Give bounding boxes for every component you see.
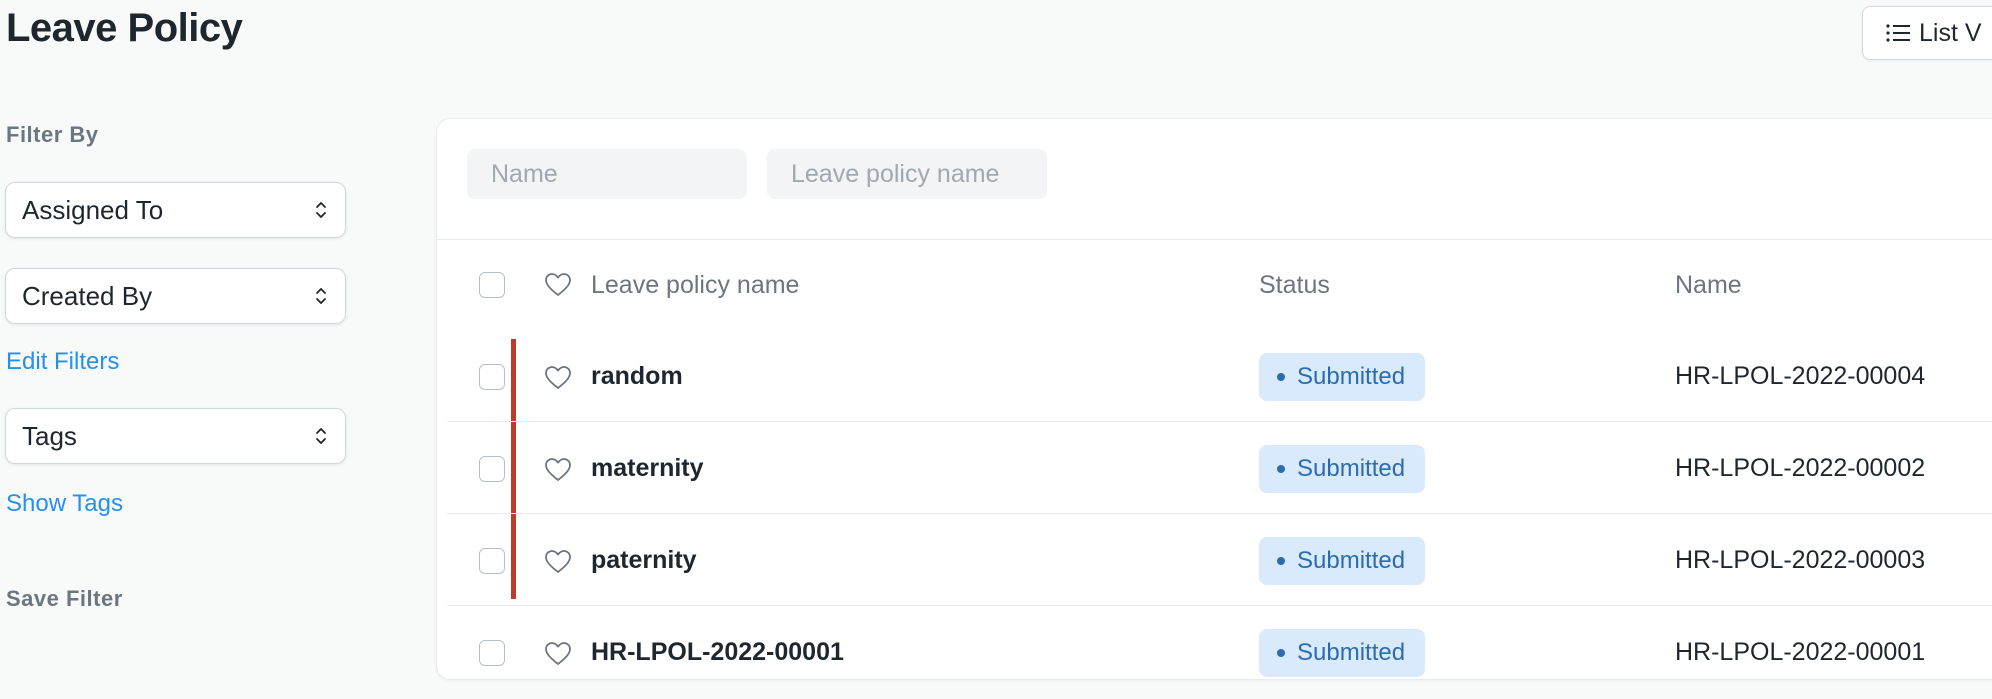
row-divider (447, 605, 1992, 606)
column-header-name[interactable]: Name (1675, 271, 1742, 300)
status-badge: Submitted (1259, 537, 1426, 585)
status-badge-label: Submitted (1297, 547, 1406, 574)
chevron-up-down-icon (316, 202, 326, 218)
row-leave-policy-name[interactable]: paternity (591, 546, 697, 575)
heart-icon[interactable] (544, 365, 572, 391)
row-id: HR-LPOL-2022-00001 (1675, 638, 1926, 666)
table-row[interactable]: maternity Submitted HR-LPOL-2022-00002 (447, 423, 1992, 515)
list-icon (1886, 24, 1910, 42)
status-dot-icon (1277, 373, 1285, 381)
row-id: HR-LPOL-2022-00004 (1675, 362, 1926, 390)
assigned-to-select[interactable]: Assigned To (5, 182, 346, 238)
page-title: Leave Policy (6, 6, 243, 50)
row-id: HR-LPOL-2022-00003 (1675, 546, 1926, 574)
status-badge-label: Submitted (1297, 363, 1406, 390)
view-button-label: List V (1919, 18, 1982, 47)
status-badge-label: Submitted (1297, 639, 1406, 666)
status-badge-label: Submitted (1297, 455, 1406, 482)
status-badge: Submitted (1259, 353, 1426, 401)
table-header: Leave policy name Status Name (447, 239, 1992, 331)
edit-filters-link[interactable]: Edit Filters (6, 348, 119, 376)
column-header-status[interactable]: Status (1259, 271, 1330, 300)
status-dot-icon (1277, 557, 1285, 565)
table-row[interactable]: paternity Submitted HR-LPOL-2022-00003 (447, 515, 1992, 607)
list-view-button[interactable]: List V (1862, 6, 1992, 60)
created-by-label: Created By (22, 280, 153, 311)
save-filter-label[interactable]: Save Filter (6, 586, 123, 612)
chevron-up-down-icon (316, 428, 326, 444)
row-leave-policy-name[interactable]: HR-LPOL-2022-00001 (591, 638, 844, 667)
name-filter-input[interactable] (467, 149, 747, 199)
heart-icon[interactable] (544, 641, 572, 667)
column-header-leave-policy-name[interactable]: Leave policy name (591, 271, 799, 300)
status-dot-icon (1277, 465, 1285, 473)
row-checkbox[interactable] (479, 364, 505, 390)
show-tags-link[interactable]: Show Tags (6, 490, 123, 518)
row-id: HR-LPOL-2022-00002 (1675, 454, 1926, 482)
leave-policy-name-filter-input[interactable] (767, 149, 1047, 199)
row-divider (447, 513, 1992, 514)
row-leave-policy-name[interactable]: random (591, 362, 683, 391)
assigned-to-label: Assigned To (22, 194, 164, 225)
filter-by-label: Filter By (6, 122, 99, 147)
table-row[interactable]: HR-LPOL-2022-00001 Submitted HR-LPOL-202… (447, 607, 1992, 699)
row-leave-policy-name[interactable]: maternity (591, 454, 704, 483)
select-all-checkbox[interactable] (479, 272, 505, 298)
row-checkbox[interactable] (479, 548, 505, 574)
heart-icon[interactable] (544, 457, 572, 483)
table-row[interactable]: random Submitted HR-LPOL-2022-00004 (447, 331, 1992, 423)
status-dot-icon (1277, 649, 1285, 657)
status-badge: Submitted (1259, 629, 1426, 677)
row-divider (447, 421, 1992, 422)
created-by-select[interactable]: Created By (5, 268, 346, 324)
tags-label: Tags (22, 420, 77, 451)
list-card: Leave policy name Status Name random Sub… (436, 118, 1992, 680)
heart-icon[interactable] (544, 549, 572, 575)
row-checkbox[interactable] (479, 640, 505, 666)
row-checkbox[interactable] (479, 456, 505, 482)
heart-icon[interactable] (544, 272, 572, 298)
chevron-up-down-icon (316, 288, 326, 304)
status-badge: Submitted (1259, 445, 1426, 493)
tags-select[interactable]: Tags (5, 408, 346, 464)
